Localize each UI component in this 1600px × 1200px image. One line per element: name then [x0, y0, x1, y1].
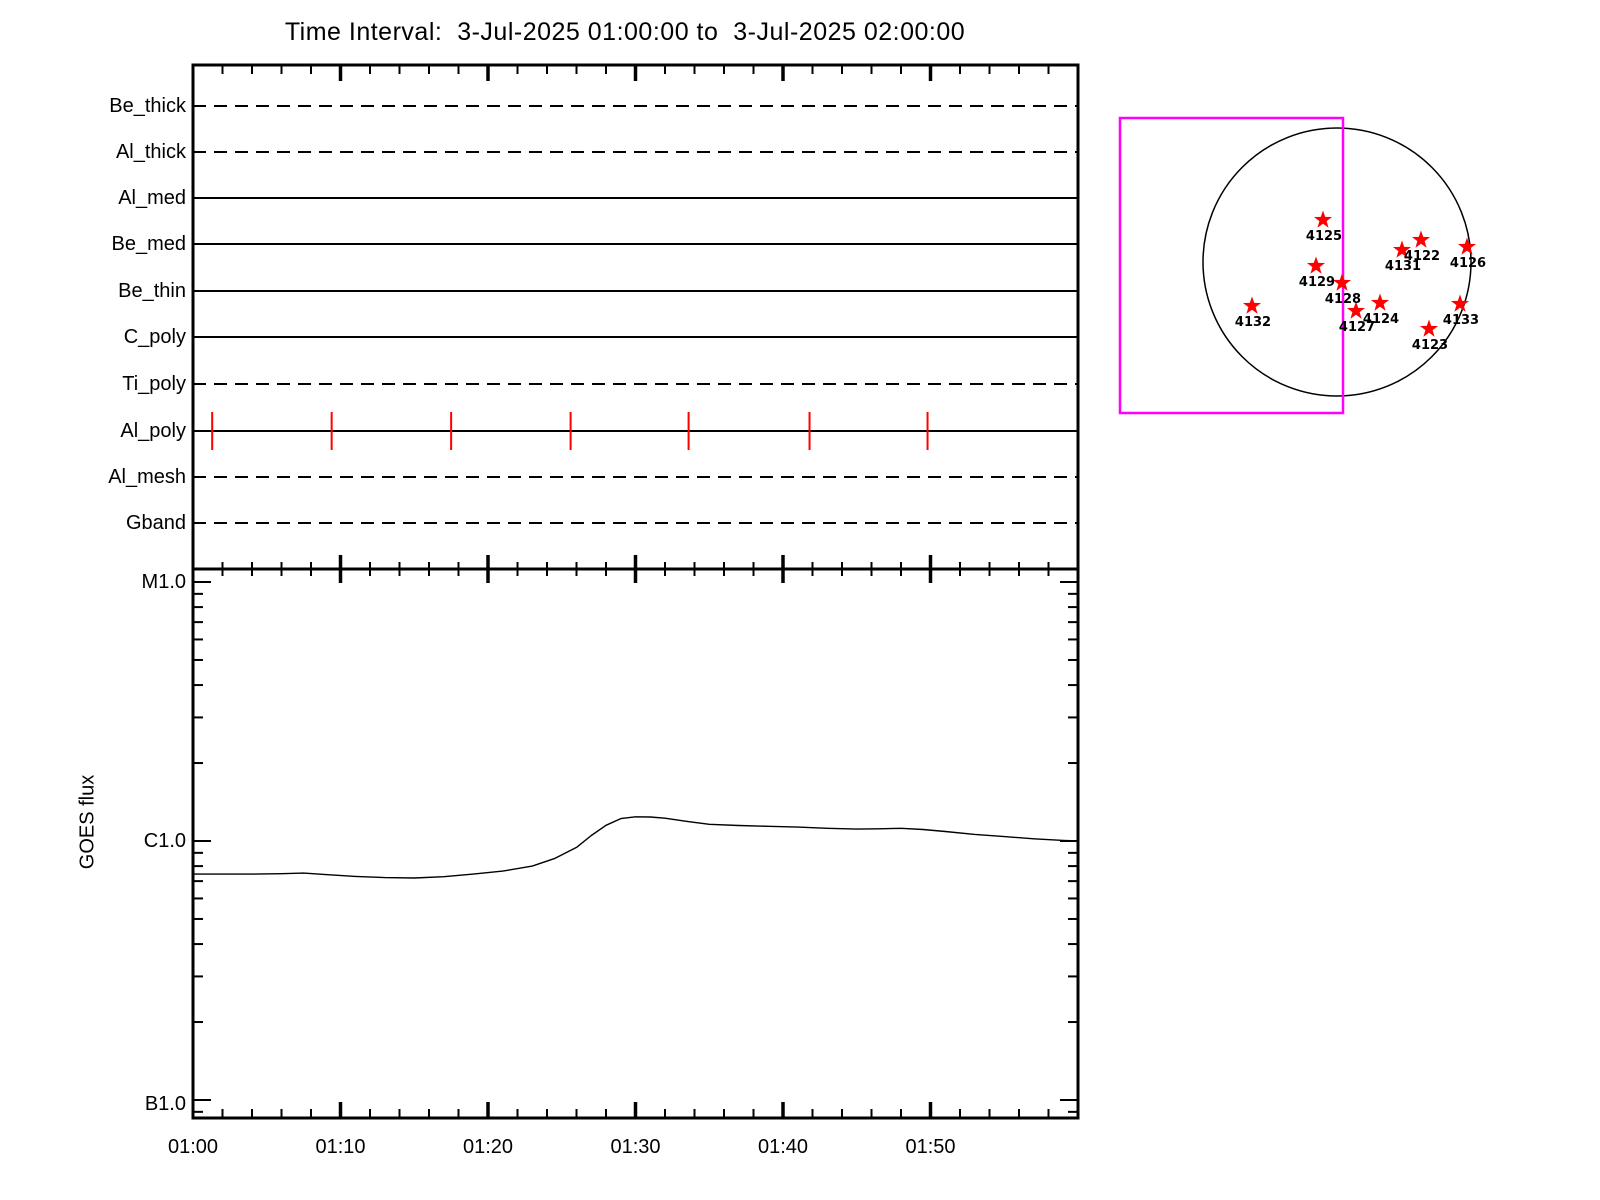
time-label-01:50: 01:50 [905, 1136, 956, 1158]
goes-flux-curve [193, 816, 1079, 879]
time-axis-ticks [221, 66, 1050, 1117]
filter-label-al_mesh: Al_mesh [108, 466, 186, 488]
time-label-01:40: 01:40 [757, 1136, 809, 1158]
goes-y-axis-title: GOES flux [76, 774, 99, 870]
filter-label-ti_poly: Ti_poly [122, 373, 186, 395]
filter-label-al_poly: Al_poly [120, 420, 186, 442]
active-region-label-4126: 4126 [1449, 256, 1487, 271]
active-region-star-4132 [1242, 296, 1262, 314]
active-region-label-4122: 4122 [1403, 249, 1441, 264]
active-region-star-4129 [1306, 256, 1326, 274]
filter-label-al_thick: Al_thick [115, 141, 186, 163]
filter-label-be_thick: Be_thick [109, 95, 186, 117]
filter-label-be_thin: Be_thin [118, 280, 186, 302]
active-region-star-4123 [1419, 319, 1439, 337]
active-region-star-4122 [1411, 230, 1431, 248]
goes-ytick-label-2: B1.0 [144, 1093, 186, 1115]
time-label-01:20: 01:20 [462, 1136, 514, 1158]
screenshot-root: Time Interval: 3-Jul-2025 01:00:00 to 3-… [0, 0, 1600, 1200]
filter-label-al_med: Al_med [118, 187, 186, 209]
time-label-01:10: 01:10 [315, 1136, 366, 1158]
plot-canvas [191, 63, 1477, 1120]
active-region-label-4129: 4129 [1298, 275, 1336, 290]
time-label-01:00: 01:00 [167, 1136, 219, 1158]
filter-timeline-panel-frame [191, 63, 1080, 571]
active-region-label-4128: 4128 [1324, 292, 1362, 307]
goes-panel-frame [191, 567, 1080, 1120]
active-region-label-4123: 4123 [1411, 338, 1449, 353]
active-region-label-4125: 4125 [1305, 229, 1343, 244]
filter-label-be_med: Be_med [111, 233, 187, 255]
filter-label-gband: Gband [125, 512, 186, 534]
goes-y-axis-ticks [194, 581, 1077, 1113]
time-label-01:30: 01:30 [610, 1136, 661, 1158]
active-region-label-4124: 4124 [1362, 312, 1400, 327]
active-region-star-4125 [1313, 210, 1333, 228]
active-region-star-4126 [1457, 237, 1477, 255]
goes-ytick-label-0: M1.0 [141, 571, 186, 593]
active-region-label-4133: 4133 [1442, 313, 1480, 328]
active-region-label-4132: 4132 [1234, 315, 1272, 330]
filter-label-c_poly: C_poly [123, 326, 186, 348]
plot-title: Time Interval: 3-Jul-2025 01:00:00 to 3-… [284, 18, 966, 46]
fov-box [1118, 116, 1345, 415]
goes-ytick-label-1: C1.0 [143, 830, 186, 852]
active-region-star-4124 [1370, 293, 1390, 311]
